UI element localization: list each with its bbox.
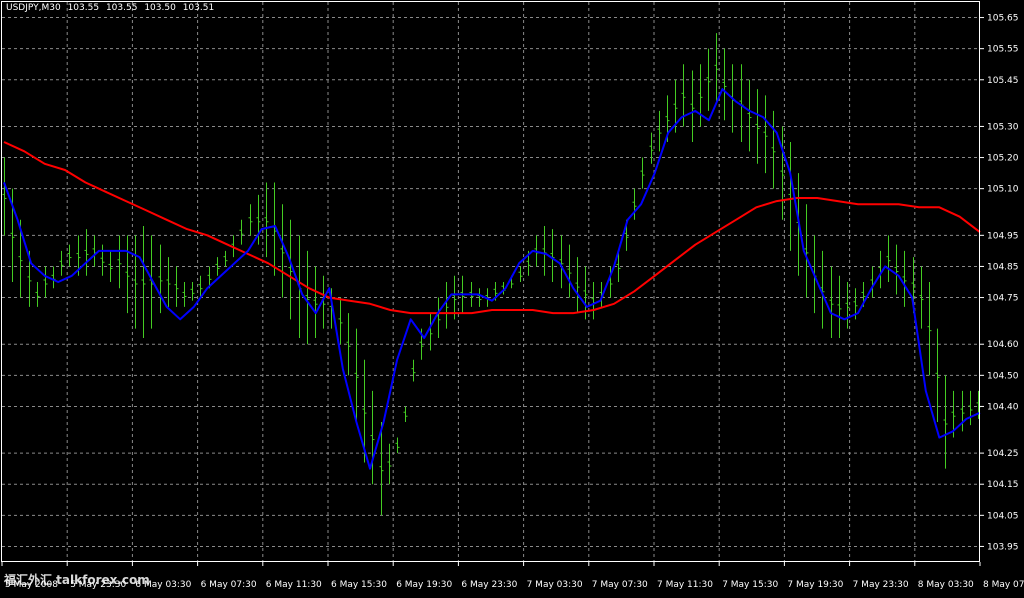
y-tick-label: 104.75 [987,294,1019,304]
y-tick-label: 103.95 [987,542,1019,552]
x-tick-label: 7 May 15:30 [722,580,778,590]
y-tick-label: 105.55 [987,45,1019,55]
x-tick-label: 7 May 19:30 [787,580,843,590]
y-tick-label: 104.05 [987,511,1019,521]
chart-header: USDJPY,M30 103.55 103.55 103.50 103.51 [6,3,218,13]
close-price: 103.51 [182,3,215,13]
watermark: 福汇外汇 talkforex.com [4,573,150,587]
x-tick-label: 8 May 03:30 [918,580,974,590]
y-tick-label: 105.10 [987,185,1019,195]
y-tick-label: 105.45 [987,76,1019,86]
chart-window: 105.65 105.55 105.45 105.30 105.20 105.10 104.… [0,0,1024,594]
y-tick-label: 104.50 [987,371,1019,381]
x-tick-label: 7 May 07:30 [592,580,648,590]
y-tick-label: 104.15 [987,480,1019,490]
x-tick-label: 7 May 03:30 [527,580,583,590]
low-price: 103.50 [144,3,176,13]
x-tick-label: 7 May 23:30 [853,580,909,590]
symbol-label: USDJPY,M30 [6,3,61,13]
x-tick-label: 7 May 11:30 [657,580,713,590]
y-tick-label: 105.30 [987,122,1019,132]
high-price: 103.55 [105,3,138,13]
y-tick-label: 104.95 [987,231,1019,241]
y-tick-label: 105.20 [987,154,1019,164]
y-tick-label: 105.65 [987,14,1019,24]
y-tick-label: 104.60 [987,340,1019,350]
x-tick-label: 6 May 19:30 [396,580,452,590]
x-tick-label: 6 May 23:30 [461,580,517,590]
open-price: 103.55 [67,3,100,13]
plot-background [0,0,1024,594]
x-tick-label: 6 May 11:30 [266,580,322,590]
y-tick-label: 104.85 [987,262,1019,272]
y-tick-label: 104.40 [987,402,1019,412]
y-tick-label: 104.25 [987,449,1019,459]
x-tick-label: 6 May 15:30 [331,580,387,590]
x-tick-label: 8 May 07:30 [983,580,1024,590]
x-tick-label: 6 May 07:30 [201,580,257,590]
price-chart[interactable]: 105.65 105.55 105.45 105.30 105.20 105.10 104.… [0,0,1024,594]
